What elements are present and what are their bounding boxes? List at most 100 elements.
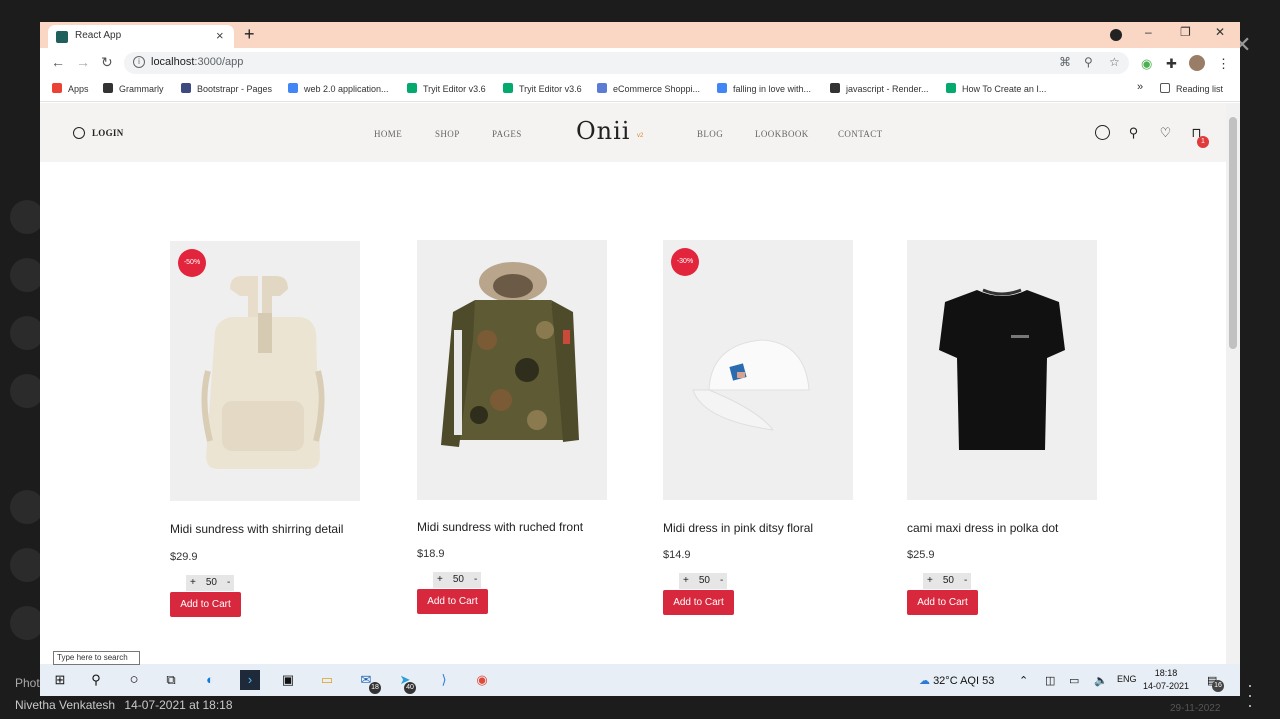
nav-contact[interactable]: CONTACT (838, 129, 883, 139)
search-icon[interactable]: ⚲ (1126, 125, 1141, 140)
tab-title: React App (75, 30, 122, 41)
qty-plus-button[interactable]: + (186, 575, 200, 591)
bootstrapr-icon (181, 83, 191, 93)
bookmark-tryit-1[interactable]: Tryit Editor v3.6 (407, 83, 486, 94)
bookmark-javascript[interactable]: javascript - Render... (830, 83, 929, 94)
bookmark-star-icon[interactable]: ☆ (1109, 55, 1120, 69)
maximize-button[interactable]: ❐ (1180, 25, 1191, 39)
cart-count-badge: 1 (1197, 136, 1209, 148)
qty-minus-button[interactable]: - (716, 573, 727, 589)
qty-plus-button[interactable]: + (923, 573, 937, 589)
qty-minus-button[interactable]: - (470, 572, 481, 588)
nav-shop[interactable]: SHOP (435, 129, 460, 139)
user-icon (73, 127, 85, 139)
battery-icon[interactable]: ▭ (1069, 674, 1079, 687)
reading-list[interactable]: Reading list (1160, 83, 1223, 94)
product-image-white-cap[interactable]: -30% (663, 240, 853, 500)
mail-badge: 18 (369, 682, 381, 694)
qty-minus-button[interactable]: - (223, 575, 234, 591)
apps-grid-icon (52, 83, 62, 93)
meet-now-icon[interactable]: ◫ (1045, 674, 1055, 687)
tab-close-icon[interactable]: × (216, 28, 224, 43)
store-icon[interactable]: ▣ (278, 670, 298, 690)
site-logo[interactable]: Onii (576, 117, 630, 145)
product-image-backpack[interactable]: -50% (170, 241, 360, 501)
bookmark-how-to-create[interactable]: How To Create an I... (946, 83, 1046, 94)
bookmarks-overflow-button[interactable]: » (1137, 81, 1143, 93)
cortana-icon[interactable]: ○ (124, 670, 144, 690)
wishlist-heart-icon[interactable]: ♡ (1158, 125, 1173, 140)
weather-widget[interactable]: ☁ 32°C AQI 53 (919, 674, 994, 687)
volume-icon[interactable]: 🔈 (1094, 674, 1108, 687)
nav-lookbook[interactable]: LOOKBOOK (755, 129, 809, 139)
product-name[interactable]: cami maxi dress in polka dot (907, 521, 1058, 535)
search-icon[interactable]: ⚲ (86, 670, 106, 690)
product-image-camo-parka[interactable] (417, 240, 607, 500)
login-link[interactable]: LOGIN (73, 127, 124, 139)
product-name[interactable]: Midi sundress with shirring detail (170, 522, 343, 536)
tray-expand-icon[interactable]: ⌃ (1019, 674, 1028, 687)
add-to-cart-button[interactable]: Add to Cart (663, 590, 734, 615)
clock[interactable]: 18:18 14-07-2021 (1143, 667, 1189, 693)
windows-start-icon[interactable]: ⊞ (50, 670, 70, 690)
logo-version: v2 (637, 133, 644, 139)
windows-taskbar: ⊞ ⚲ ○ ⧉ ◐ › ▣ ▭ ✉ 18 ➤ 40 ⟩ ◉ ☁ 32°C AQI… (40, 664, 1240, 696)
ghost-avatar (10, 606, 44, 640)
address-bar[interactable]: i localhost:3000/app ⌘ ⚲ ☆ (124, 52, 1129, 74)
add-to-cart-button[interactable]: Add to Cart (417, 589, 488, 614)
bookmark-falling-in-love[interactable]: falling in love with... (717, 83, 811, 94)
minimize-button[interactable]: – (1145, 25, 1152, 39)
scrollbar-thumb[interactable] (1229, 117, 1237, 349)
edge-icon[interactable]: ◐ (200, 670, 220, 690)
qty-plus-button[interactable]: + (679, 573, 693, 589)
product-name[interactable]: Midi dress in pink ditsy floral (663, 521, 813, 535)
bookmark-tryit-2[interactable]: Tryit Editor v3.6 (503, 83, 582, 94)
extension-icon[interactable]: ◉ (1141, 56, 1152, 72)
extensions-puzzle-icon[interactable]: ✚ (1166, 56, 1177, 72)
product-price: $18.9 (417, 548, 445, 560)
product-price: $29.9 (170, 551, 198, 563)
qty-minus-button[interactable]: - (960, 573, 971, 589)
bookmark-ecommerce[interactable]: eCommerce Shoppi... (597, 83, 700, 94)
tab-search-icon[interactable] (1110, 29, 1122, 41)
qty-plus-button[interactable]: + (433, 572, 447, 588)
reload-icon[interactable]: ↻ (101, 54, 113, 71)
browser-menu-icon[interactable]: ⋮ (1217, 56, 1230, 72)
more-options-icon[interactable]: · · · (1245, 676, 1255, 714)
page-viewport: LOGIN HOME SHOP PAGES Onii v2 BLOG LOOKB… (40, 103, 1226, 696)
task-view-icon[interactable]: ⧉ (161, 670, 181, 690)
nav-pages[interactable]: PAGES (492, 129, 522, 139)
close-window-button[interactable]: ✕ (1215, 25, 1225, 39)
ghost-avatar (10, 258, 44, 292)
product-name[interactable]: Midi sundress with ruched front (417, 520, 583, 534)
url-text[interactable]: localhost:3000/app (151, 56, 243, 68)
powershell-icon[interactable]: › (240, 670, 260, 690)
bookmark-apps[interactable]: Apps (52, 83, 89, 94)
profile-avatar[interactable] (1189, 55, 1205, 71)
bookmarks-bar: Apps Grammarly Bootstrapr - Pages web 2.… (40, 78, 1240, 102)
nav-home[interactable]: HOME (374, 129, 402, 139)
account-icon[interactable] (1095, 125, 1110, 140)
tab-react-app[interactable]: React App × (48, 25, 234, 48)
discount-badge: -30% (671, 248, 699, 276)
bookmark-bootstrapr[interactable]: Bootstrapr - Pages (181, 83, 272, 94)
translate-icon[interactable]: ⌘ (1059, 55, 1071, 69)
language-indicator[interactable]: ENG (1117, 674, 1137, 684)
add-to-cart-button[interactable]: Add to Cart (170, 592, 241, 617)
browser-window: React App × + – ❐ ✕ ← → ↻ i localhost:30… (40, 22, 1240, 696)
file-explorer-icon[interactable]: ▭ (317, 670, 337, 690)
nav-blog[interactable]: BLOG (697, 129, 723, 139)
vscode-icon[interactable]: ⟩ (434, 670, 454, 690)
search-tooltip: Type here to search (53, 651, 140, 665)
bookmark-web20[interactable]: web 2.0 application... (288, 83, 389, 94)
product-image-black-tshirt[interactable] (907, 240, 1097, 500)
add-to-cart-button[interactable]: Add to Cart (907, 590, 978, 615)
back-icon[interactable]: ← (51, 54, 65, 70)
bookmark-grammarly[interactable]: Grammarly (103, 83, 164, 94)
zoom-icon[interactable]: ⚲ (1084, 55, 1093, 69)
chrome-icon[interactable]: ◉ (472, 670, 492, 690)
new-tab-button[interactable]: + (244, 24, 255, 45)
forward-icon[interactable]: → (76, 54, 90, 70)
info-icon[interactable]: i (133, 56, 145, 68)
page-scrollbar[interactable]: ▼ (1226, 103, 1240, 696)
